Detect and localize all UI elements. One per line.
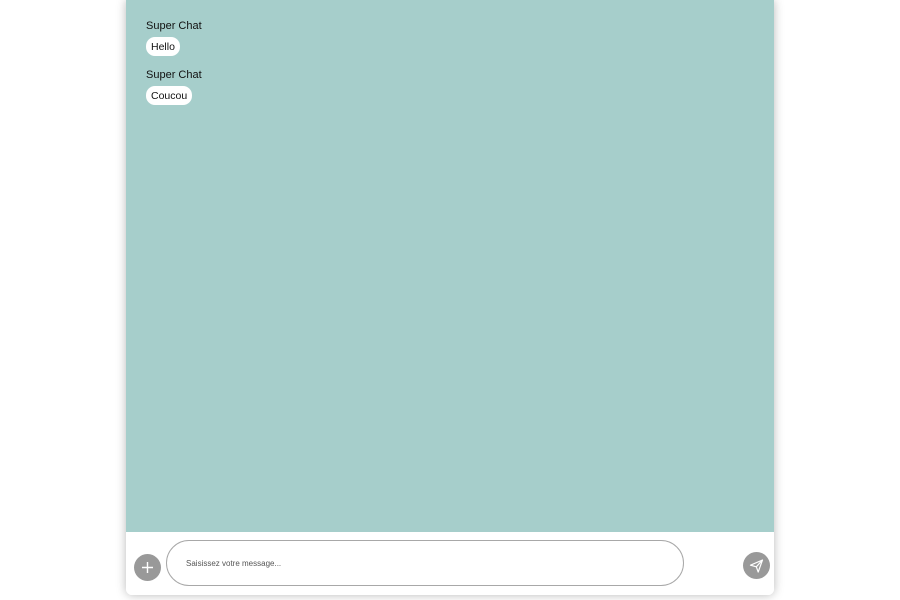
add-attachment-button[interactable] <box>134 554 161 581</box>
chat-window: Super Chat Hello Super Chat Coucou <box>126 0 774 595</box>
plus-icon <box>142 562 153 573</box>
message-composer <box>126 532 774 595</box>
message-bubble: Hello <box>146 37 180 56</box>
message-item: Super Chat Coucou <box>146 69 202 105</box>
message-input[interactable] <box>166 540 684 586</box>
message-bubble: Coucou <box>146 86 193 105</box>
send-button[interactable] <box>743 552 770 579</box>
message-sender: Super Chat <box>146 69 202 81</box>
message-item: Super Chat Hello <box>146 20 202 56</box>
send-icon <box>749 559 764 573</box>
message-list: Super Chat Hello Super Chat Coucou <box>126 0 774 532</box>
message-sender: Super Chat <box>146 20 202 32</box>
